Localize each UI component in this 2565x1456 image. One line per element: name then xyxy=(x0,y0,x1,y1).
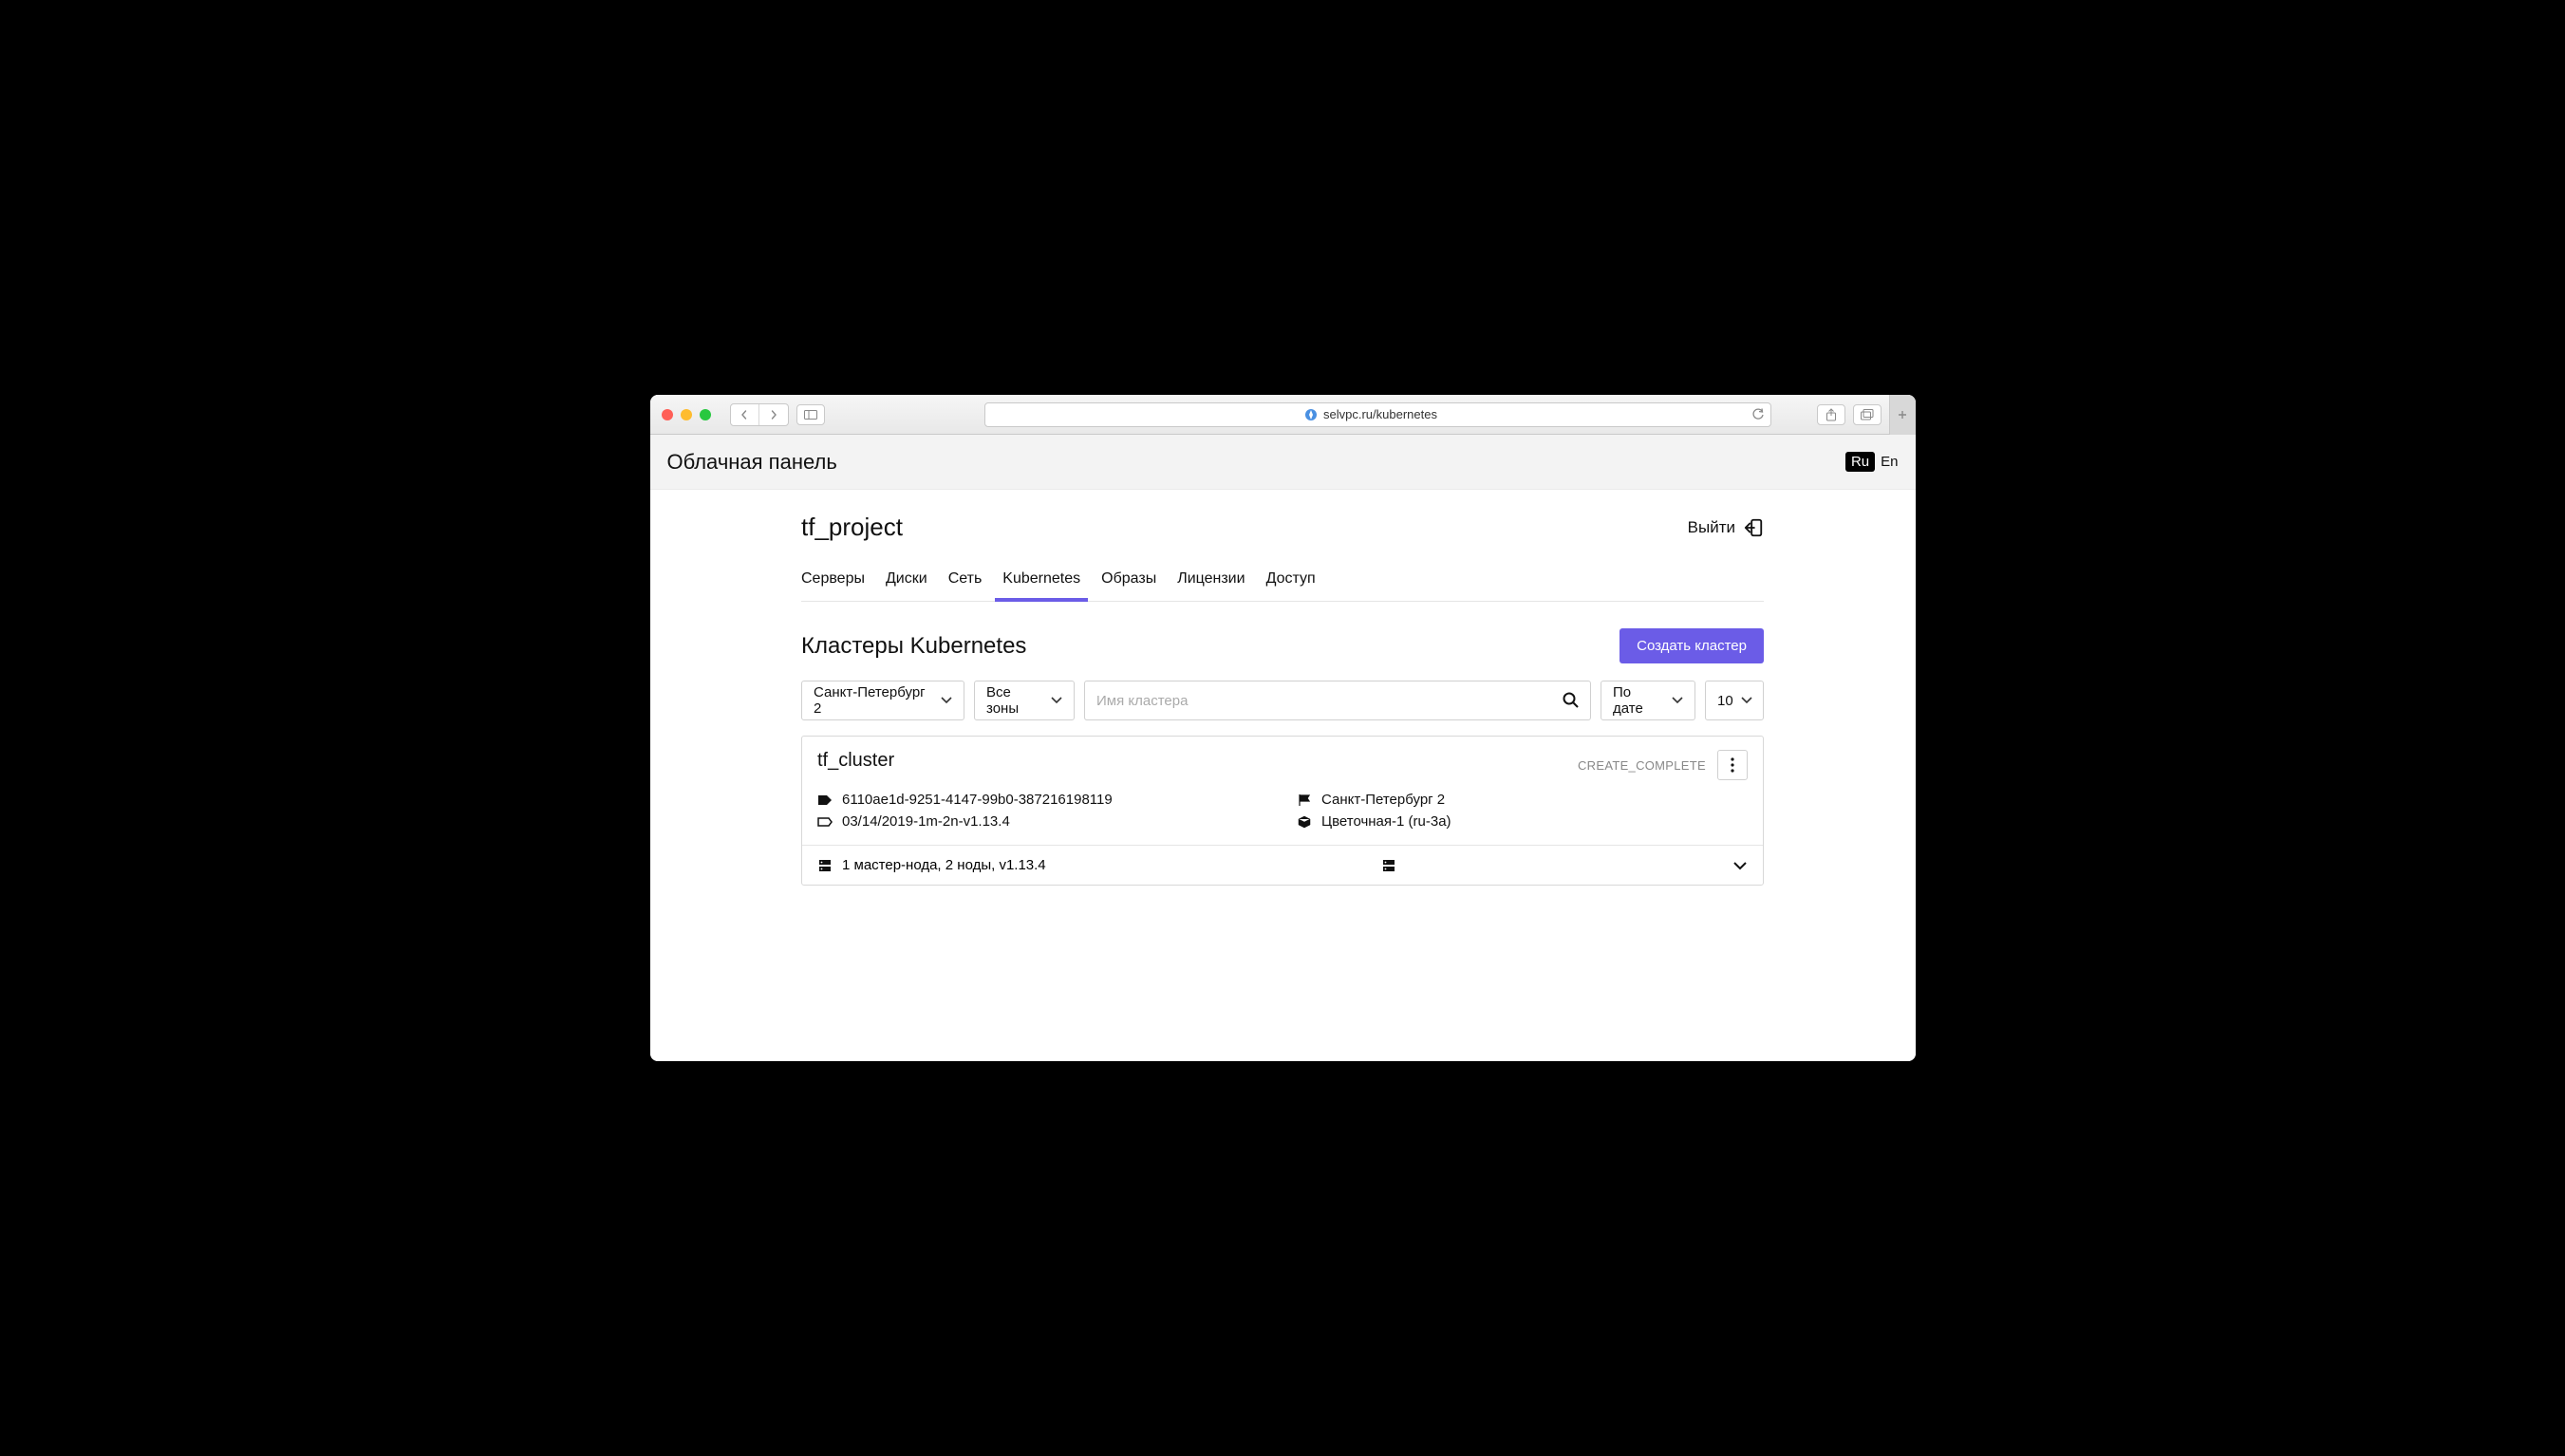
zone-select[interactable]: Все зоны xyxy=(974,681,1075,720)
cluster-menu-button[interactable] xyxy=(1717,750,1748,780)
sort-select-value: По дате xyxy=(1613,684,1664,717)
forward-button[interactable] xyxy=(759,404,788,425)
nav-back-forward xyxy=(730,403,789,426)
tab-kubernetes[interactable]: Kubernetes xyxy=(1002,561,1080,601)
flag-icon xyxy=(1297,793,1312,808)
region-select-value: Санкт-Петербург 2 xyxy=(814,684,933,717)
logout-button[interactable]: Выйти xyxy=(1688,517,1764,538)
server-icon xyxy=(817,858,833,873)
url-text: selvpc.ru/kubernetes xyxy=(1323,407,1437,421)
project-title: tf_project xyxy=(801,513,903,542)
chevron-down-icon xyxy=(941,697,952,704)
more-vertical-icon xyxy=(1731,757,1734,773)
tab-образы[interactable]: Образы xyxy=(1101,561,1156,601)
cluster-zone-row: Цветочная-1 (ru-3a) xyxy=(1297,813,1748,830)
filter-bar: Санкт-Петербург 2 Все зоны По дате xyxy=(801,681,1764,720)
chevron-down-icon xyxy=(1741,697,1752,704)
language-en-button[interactable]: En xyxy=(1881,454,1898,470)
tab-лицензии[interactable]: Лицензии xyxy=(1177,561,1245,601)
browser-right-tools xyxy=(1817,395,1904,435)
cluster-nodes-summary: 1 мастер-нода, 2 ноды, v1.13.4 xyxy=(842,857,1046,873)
page-content: Облачная панель Ru En tf_project Выйти С… xyxy=(650,435,1916,1061)
main-content: tf_project Выйти Серверы Диски Сеть Kuberne… xyxy=(801,490,1764,943)
chevron-down-icon xyxy=(1051,697,1062,704)
cluster-search-input[interactable] xyxy=(1096,693,1579,709)
cluster-template-row: 03/14/2019-1m-2n-v1.13.4 xyxy=(817,813,1268,830)
site-icon xyxy=(1304,408,1318,421)
address-bar[interactable]: selvpc.ru/kubernetes xyxy=(984,402,1771,427)
close-window-button[interactable] xyxy=(662,409,673,420)
new-tab-button[interactable] xyxy=(1889,395,1916,435)
cluster-zone: Цветочная-1 (ru-3a) xyxy=(1321,813,1451,830)
label-icon xyxy=(817,814,833,830)
tag-icon xyxy=(817,793,833,808)
back-button[interactable] xyxy=(731,404,759,425)
chevron-down-icon xyxy=(1732,861,1748,870)
minimize-window-button[interactable] xyxy=(681,409,692,420)
logout-icon xyxy=(1743,517,1764,538)
reload-button[interactable] xyxy=(1751,408,1765,421)
search-input-wrap xyxy=(1084,681,1591,720)
section-title: Кластеры Kubernetes xyxy=(801,633,1026,660)
cluster-card: tf_cluster CREATE_COMPLETE 6110ae1d-9251… xyxy=(801,736,1764,886)
page-size-value: 10 xyxy=(1717,693,1733,709)
cluster-status: CREATE_COMPLETE xyxy=(1578,758,1706,773)
server-icon xyxy=(1381,858,1396,873)
maximize-window-button[interactable] xyxy=(700,409,711,420)
app-topbar: Облачная панель Ru En xyxy=(650,435,1916,490)
sort-select[interactable]: По дате xyxy=(1601,681,1695,720)
browser-toolbar: selvpc.ru/kubernetes xyxy=(650,395,1916,435)
cluster-region: Санкт-Петербург 2 xyxy=(1321,792,1445,808)
tabs-button[interactable] xyxy=(1853,404,1882,425)
page-size-select[interactable]: 10 xyxy=(1705,681,1764,720)
cube-icon xyxy=(1297,814,1312,830)
cluster-name[interactable]: tf_cluster xyxy=(817,750,894,772)
tab-доступ[interactable]: Доступ xyxy=(1266,561,1316,601)
cluster-template: 03/14/2019-1m-2n-v1.13.4 xyxy=(842,813,1010,830)
tab-диски[interactable]: Диски xyxy=(886,561,927,601)
chevron-down-icon xyxy=(1672,697,1683,704)
tab-сеть[interactable]: Сеть xyxy=(948,561,983,601)
language-ru-button[interactable]: Ru xyxy=(1845,452,1875,472)
tab-серверы[interactable]: Серверы xyxy=(801,561,865,601)
cluster-region-row: Санкт-Петербург 2 xyxy=(1297,792,1748,808)
nav-tabs: Серверы Диски Сеть Kubernetes Образы Лицензии… xyxy=(801,561,1764,602)
sidebar-toggle-button[interactable] xyxy=(796,404,825,425)
create-cluster-button[interactable]: Создать кластер xyxy=(1620,628,1764,663)
cluster-expand-row[interactable]: 1 мастер-нода, 2 ноды, v1.13.4 xyxy=(802,846,1763,885)
share-button[interactable] xyxy=(1817,404,1845,425)
cluster-id: 6110ae1d-9251-4147-99b0-387216198119 xyxy=(842,792,1113,808)
cluster-id-row: 6110ae1d-9251-4147-99b0-387216198119 xyxy=(817,792,1268,808)
window-controls xyxy=(662,409,711,420)
zone-select-value: Все зоны xyxy=(986,684,1043,717)
search-icon xyxy=(1562,691,1581,710)
app-brand: Облачная панель xyxy=(667,450,837,475)
logout-label: Выйти xyxy=(1688,518,1735,537)
browser-window: selvpc.ru/kubernetes Облачная панель Ru … xyxy=(650,395,1916,1061)
region-select[interactable]: Санкт-Петербург 2 xyxy=(801,681,964,720)
language-switch: Ru En xyxy=(1845,452,1899,472)
